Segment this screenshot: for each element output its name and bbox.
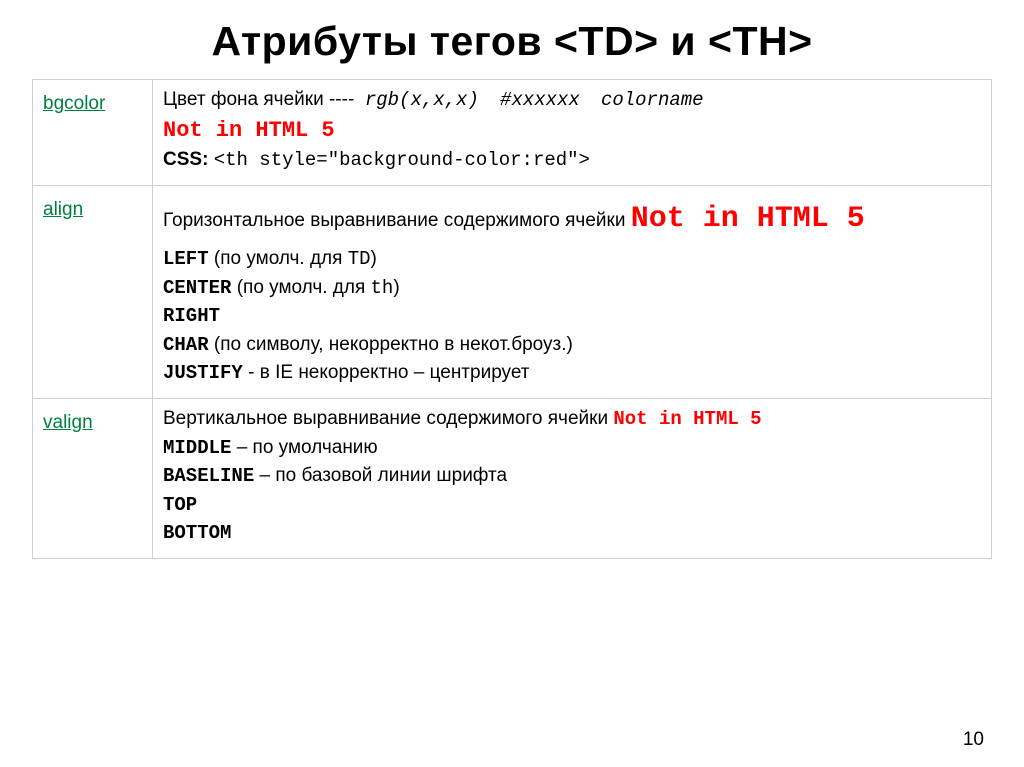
not-in-html5-badge: Not in HTML 5 xyxy=(163,118,335,143)
value-bottom: BOTTOM xyxy=(163,522,231,544)
attr-desc-valign: Вертикальное выравнивание содержимого яч… xyxy=(153,398,992,558)
attr-link-valign[interactable]: valign xyxy=(33,398,153,558)
desc-text: Вертикальное выравнивание содержимого яч… xyxy=(163,408,613,429)
value-left-note: (по умолч. для xyxy=(209,248,348,269)
value-right: RIGHT xyxy=(163,305,220,327)
value-middle-note: – по умолчанию xyxy=(231,437,377,458)
value-center-tag: th xyxy=(371,277,394,299)
value-center-close: ) xyxy=(393,277,399,298)
value-left-tag: TD xyxy=(348,248,371,270)
desc-text: Цвет фона ячейки ---- xyxy=(163,89,354,110)
attr-link-bgcolor[interactable]: bgcolor xyxy=(33,80,153,186)
code-rgb: rgb(x,x,x) xyxy=(365,89,479,111)
not-in-html5-badge: Not in HTML 5 xyxy=(613,408,761,430)
attr-link-align[interactable]: align xyxy=(33,185,153,398)
table-row: bgcolor Цвет фона ячейки ---- rgb(x,x,x)… xyxy=(33,80,992,186)
value-center-note: (по умолч. для xyxy=(231,277,370,298)
css-code: <th style="background-color:red"> xyxy=(214,149,590,171)
code-colorname: colorname xyxy=(601,89,704,111)
value-left: LEFT xyxy=(163,248,209,270)
attributes-table: bgcolor Цвет фона ячейки ---- rgb(x,x,x)… xyxy=(32,79,992,559)
desc-text: Горизонтальное выравнивание содержимого … xyxy=(163,210,625,231)
value-left-close: ) xyxy=(371,248,377,269)
css-label: CSS: xyxy=(163,149,208,170)
page-number: 10 xyxy=(963,729,984,751)
table-row: valign Вертикальное выравнивание содержи… xyxy=(33,398,992,558)
value-center: CENTER xyxy=(163,277,231,299)
value-baseline-note: – по базовой линии шрифта xyxy=(254,465,507,486)
not-in-html5-badge: Not in HTML 5 xyxy=(631,202,865,236)
page-title: Атрибуты тегов <TD> и <TH> xyxy=(0,0,1024,79)
value-char: CHAR xyxy=(163,334,209,356)
code-hex: #хххххх xyxy=(500,89,580,111)
table-row: align Горизонтальное выравнивание содерж… xyxy=(33,185,992,398)
value-middle: MIDDLE xyxy=(163,437,231,459)
value-baseline: BASELINE xyxy=(163,465,254,487)
value-justify-note: - в IE некорректно – центрирует xyxy=(243,362,530,383)
value-top: TOP xyxy=(163,494,197,516)
attr-desc-bgcolor: Цвет фона ячейки ---- rgb(x,x,x) #хххххх… xyxy=(153,80,992,186)
attr-desc-align: Горизонтальное выравнивание содержимого … xyxy=(153,185,992,398)
value-justify: JUSTIFY xyxy=(163,362,243,384)
value-char-note: (по символу, некорректно в некот.броуз.) xyxy=(209,334,573,355)
